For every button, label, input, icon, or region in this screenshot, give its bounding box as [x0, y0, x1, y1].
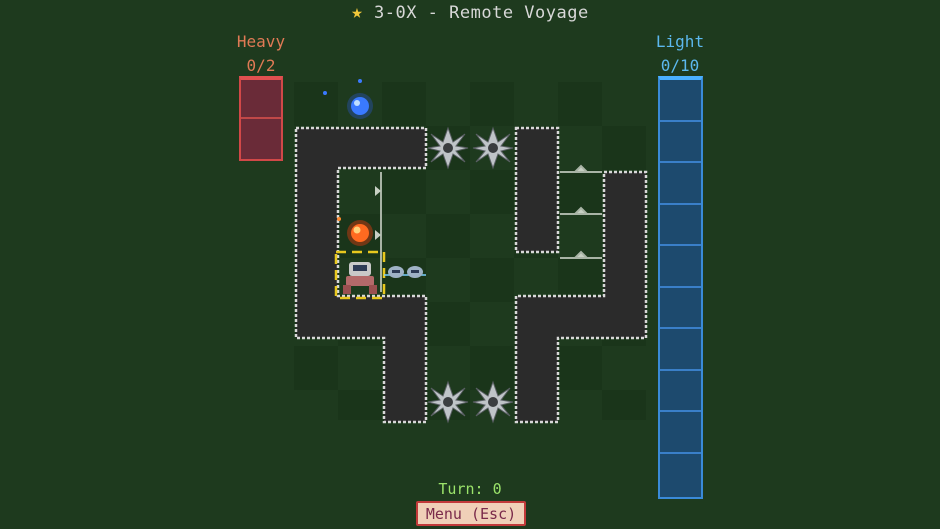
- menu-button[interactable]: Menu (Esc): [416, 501, 526, 526]
- turn-counter: Turn: 0: [438, 480, 502, 498]
- game-board[interactable]: [0, 0, 940, 529]
- wall-segment: [514, 126, 560, 254]
